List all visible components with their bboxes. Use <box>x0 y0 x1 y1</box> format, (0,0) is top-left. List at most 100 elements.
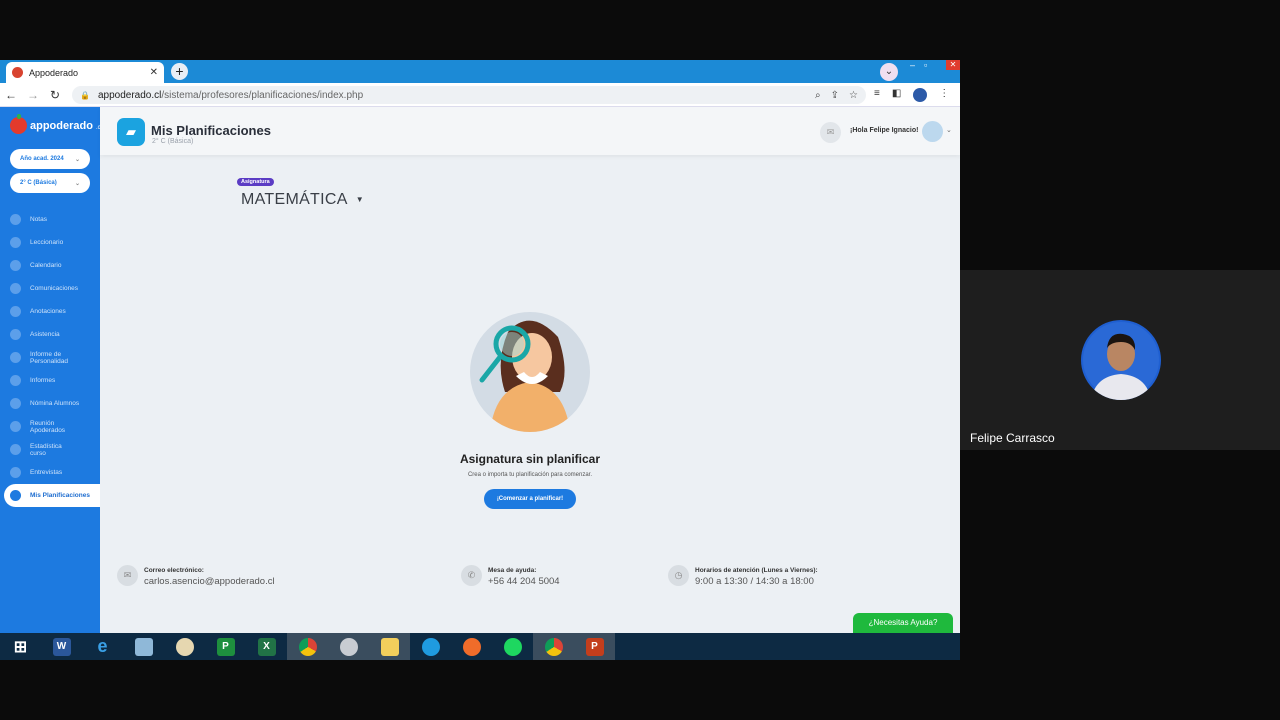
chevron-down-icon: ⌄ <box>74 180 80 187</box>
sidebar-item-nomina-alumnos[interactable]: Nómina Alumnos <box>0 392 100 415</box>
sidebar-item-label: Reunión Apoderados <box>30 419 66 434</box>
empty-illustration <box>470 312 590 432</box>
mail-icon: ✉ <box>117 565 138 586</box>
hours-value: 9:00 a 13:30 / 14:30 a 18:00 <box>695 576 814 587</box>
chrome-active-icon[interactable] <box>533 633 574 660</box>
sidebar-item-label: Mis Planificaciones <box>30 492 90 499</box>
spotify-icon[interactable] <box>492 633 533 660</box>
sidebar-item-comunicaciones[interactable]: Comunicaciones <box>0 277 100 300</box>
share-icon[interactable]: ⇪ <box>831 90 839 101</box>
page-title: Mis Planificaciones <box>151 123 271 138</box>
subject-badge: Asignatura <box>237 178 274 186</box>
word-icon[interactable]: W <box>41 633 82 660</box>
firefox-icon[interactable] <box>451 633 492 660</box>
excel-icon[interactable]: X <box>246 633 287 660</box>
url-domain: appoderado.cl <box>97 89 162 101</box>
video-participant-tile: Felipe Carrasco <box>960 270 1280 450</box>
new-tab-button[interactable]: + <box>171 63 188 80</box>
tab-search-icon[interactable]: ⌄ <box>880 63 898 81</box>
tab-bar: Appoderado ✕ + ⌄ – ▫ ✕ <box>0 60 960 83</box>
sidebar-item-informes[interactable]: Informes <box>0 369 100 392</box>
sidebar-item-label: Informe de Personalidad <box>30 350 68 365</box>
sidebar-item-anotaciones[interactable]: Anotaciones <box>0 300 100 323</box>
screen: Appoderado ✕ + ⌄ – ▫ ✕ ← → ↻ 🔒 appoderad… <box>0 0 1280 720</box>
browser-menu-icon[interactable]: ⋮ <box>939 88 949 102</box>
sidebar-item-label: Leccionario <box>30 239 64 246</box>
project-icon[interactable]: P <box>205 633 246 660</box>
paint-icon[interactable] <box>164 633 205 660</box>
logo[interactable]: appoderado.com <box>10 114 109 134</box>
sidebar-item-label: Asistencia <box>30 331 60 338</box>
app-icon[interactable] <box>328 633 369 660</box>
taskbar: ⊞ W e P X P <box>0 633 960 660</box>
browser-tab[interactable]: Appoderado ✕ <box>6 62 164 83</box>
notes-icon[interactable] <box>123 633 164 660</box>
sidebar-item-label: Comunicaciones <box>30 285 79 292</box>
window-close-icon[interactable]: ✕ <box>946 60 960 70</box>
start-planning-button[interactable]: ¡Comenzar a planificar! <box>484 489 576 509</box>
sidebar-item-label: Informes <box>30 377 56 384</box>
sidebar-item-leccionario[interactable]: Leccionario <box>0 231 100 254</box>
sidebar-item-label: Anotaciones <box>30 308 66 315</box>
forward-icon[interactable]: → <box>22 88 44 102</box>
sidebar-item-label: Entrevistas <box>30 469 63 476</box>
reload-icon[interactable]: ↻ <box>44 88 66 102</box>
footer-email: ✉ Correo electrónico: carlos.asencio@app… <box>117 565 275 587</box>
sidebar-item-calendario[interactable]: Calendario <box>0 254 100 277</box>
chevron-down-icon[interactable]: ⌄ <box>946 126 952 134</box>
side-panel-icon[interactable]: ◧ <box>892 88 901 102</box>
document-icon <box>10 375 21 386</box>
footer-helpdesk: ✆ Mesa de ayuda: +56 44 204 5004 <box>461 565 560 587</box>
edge-icon[interactable] <box>410 633 451 660</box>
sidebar-item-asistencia[interactable]: Asistencia <box>0 323 100 346</box>
close-tab-icon[interactable]: ✕ <box>150 67 158 78</box>
year-select[interactable]: Año acad. 2024 ⌄ <box>10 149 90 169</box>
course-select[interactable]: 2° C (Básica) ⌄ <box>10 173 90 193</box>
clock-icon: ◷ <box>668 565 689 586</box>
sidebar-item-reunion-apoderados[interactable]: Reunión Apoderados <box>0 415 100 438</box>
star-icon <box>10 214 21 225</box>
folder-open-icon: ▰ <box>117 118 145 146</box>
zoom-icon[interactable]: ⌕ <box>815 90 821 101</box>
minimize-icon[interactable]: – <box>910 60 915 70</box>
face-icon <box>10 352 21 363</box>
logo-text: appoderado <box>30 119 93 132</box>
file-explorer-icon[interactable] <box>369 633 410 660</box>
sidebar-item-mis-planificaciones[interactable]: Mis Planificaciones <box>4 484 100 507</box>
email-value[interactable]: carlos.asencio@appoderado.cl <box>144 576 275 587</box>
page-header: ▰ Mis Planificaciones 2° C (Básica) ✉ ¡H… <box>100 107 960 155</box>
participant-photo <box>1083 322 1159 400</box>
empty-state-subtitle: Crea o importa tu planificación para com… <box>467 472 593 478</box>
footer-hours: ◷ Horarios de atención (Lunes a Viernes)… <box>668 565 818 587</box>
folder-icon <box>10 490 21 501</box>
note-icon <box>10 306 21 317</box>
sidebar-item-label: Notas <box>30 216 47 223</box>
students-icon <box>10 398 21 409</box>
internet-explorer-icon[interactable]: e <box>82 633 123 660</box>
sidebar-item-label: Nómina Alumnos <box>30 400 80 407</box>
phone-icon: ✆ <box>461 565 482 586</box>
sidebar-item-informe-personalidad[interactable]: Informe de Personalidad <box>0 346 100 369</box>
greeting-text: ¡Hola Felipe Ignacio! <box>850 127 919 134</box>
bookmark-star-icon[interactable]: ☆ <box>849 90 858 101</box>
maximize-icon[interactable]: ▫ <box>924 60 927 70</box>
profile-avatar[interactable] <box>913 88 928 102</box>
book-icon <box>10 237 21 248</box>
url-bar[interactable]: 🔒 appoderado.cl/sistema/profesores/plani… <box>72 86 866 104</box>
mail-icon[interactable]: ✉ <box>820 122 841 143</box>
favicon-icon <box>12 67 23 78</box>
back-icon[interactable]: ← <box>0 88 22 102</box>
windows-start-icon[interactable]: ⊞ <box>0 633 41 660</box>
help-chat-button[interactable]: ¿Necesitas Ayuda? <box>853 613 953 634</box>
powerpoint-icon[interactable]: P <box>574 633 615 660</box>
subject-selector[interactable]: MATEMÁTICA ▼ <box>241 191 364 209</box>
sidebar-item-notas[interactable]: Notas <box>0 208 100 231</box>
user-avatar[interactable] <box>922 121 943 142</box>
helpdesk-label: Mesa de ayuda: <box>488 567 537 574</box>
lock-icon: 🔒 <box>80 90 90 100</box>
meeting-icon <box>10 421 21 432</box>
web-page: appoderado.com Año acad. 2024 ⌄ 2° C (Bá… <box>0 107 960 634</box>
chrome-icon[interactable] <box>287 633 328 660</box>
reading-list-icon[interactable]: ≡ <box>874 88 880 102</box>
course-select-value: 2° C (Básica) <box>20 180 57 186</box>
